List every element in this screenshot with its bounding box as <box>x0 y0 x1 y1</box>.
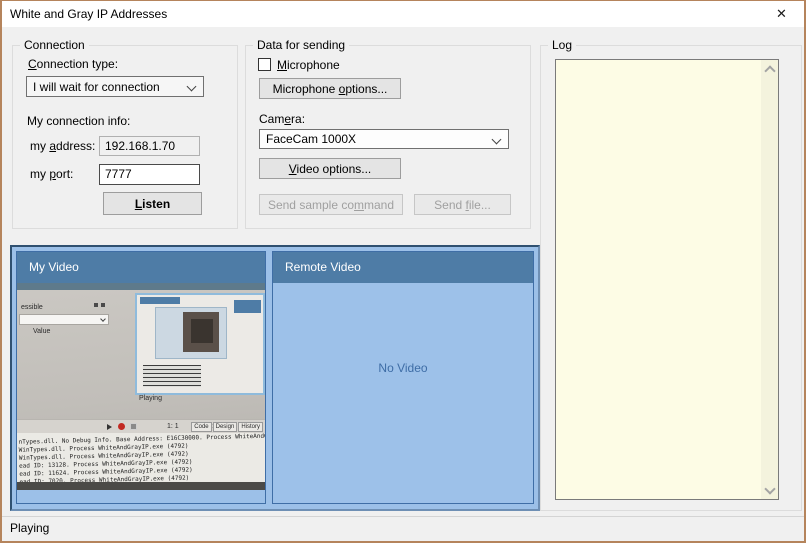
my-connection-info-label: My connection info: <box>27 114 130 128</box>
chevron-down-icon <box>187 82 197 92</box>
send-file-button: Send file... <box>414 194 511 215</box>
my-video-panel: My Video essible Value Playing <box>16 251 266 504</box>
inner-remote-panel <box>234 300 261 313</box>
listen-button[interactable]: Listen <box>103 192 202 215</box>
camera-combobox[interactable]: FaceCam 1000X <box>259 129 509 149</box>
connection-type-label: Connection type: <box>28 57 118 71</box>
preview-tab-history: History <box>238 422 263 432</box>
play-icon <box>107 424 112 430</box>
record-icon <box>118 423 125 430</box>
connection-type-value: I will wait for connection <box>33 80 160 94</box>
video-area: My Video essible Value Playing <box>10 245 540 511</box>
my-video-header: My Video <box>17 252 265 283</box>
my-address-label: my address: <box>30 139 95 153</box>
log-group: Log <box>540 45 802 511</box>
camera-label: Camera: <box>259 112 305 126</box>
no-video-text: No Video <box>273 361 533 375</box>
log-textarea[interactable] <box>555 59 779 500</box>
photo-inner-status: Playing <box>139 395 162 403</box>
connection-group-label: Connection <box>20 38 89 52</box>
window-title: White and Gray IP Addresses <box>10 7 167 21</box>
photo-toolbar: 1: 1 Insert Code Design History <box>17 419 265 434</box>
microphone-options-button[interactable]: Microphone options... <box>259 78 401 99</box>
preview-tab-code: Code <box>191 422 211 432</box>
video-options-button[interactable]: Video options... <box>259 158 401 179</box>
photo-inner-window <box>135 293 265 395</box>
photo-dropdown <box>19 314 109 325</box>
inner-header-strip <box>140 297 180 304</box>
send-sample-command-button: Send sample command <box>259 194 403 215</box>
remote-video-body: No Video <box>273 283 533 503</box>
my-address-field[interactable]: 192.168.1.70 <box>99 136 200 156</box>
grid-icon <box>130 423 137 430</box>
photo-top-strip <box>17 283 265 290</box>
my-port-label: my port: <box>30 167 73 181</box>
microphone-label: Microphone <box>277 58 340 72</box>
status-text: Playing <box>10 521 49 535</box>
connection-type-combobox[interactable]: I will wait for connection <box>26 76 204 97</box>
data-for-sending-group-label: Data for sending <box>253 38 349 52</box>
log-scrollbar[interactable] <box>761 60 778 499</box>
app-window: White and Gray IP Addresses ✕ Connection… <box>0 0 806 543</box>
scroll-down-icon[interactable] <box>761 482 778 499</box>
close-icon: ✕ <box>776 6 787 21</box>
photo-output-area: nTypes.dll. No Debug Info. Base Address:… <box>17 433 265 482</box>
photo-value-text: Value <box>33 328 50 336</box>
remote-video-header: Remote Video <box>273 252 533 283</box>
my-video-preview: essible Value Playing 1: 1 <box>17 283 265 490</box>
log-group-label: Log <box>548 38 576 52</box>
chevron-down-icon <box>100 316 106 322</box>
my-port-field[interactable]: 7777 <box>99 164 200 185</box>
microphone-checkbox[interactable] <box>258 58 271 71</box>
photo-output-lines: nTypes.dll. No Debug Info. Base Address:… <box>18 433 265 482</box>
scroll-up-icon[interactable] <box>761 60 778 77</box>
close-button[interactable]: ✕ <box>759 1 804 27</box>
inner-dark-rect <box>183 312 219 352</box>
inner-output-block <box>143 365 201 387</box>
data-for-sending-group: Data for sending Microphone Microphone o… <box>245 45 531 229</box>
photo-close-icon <box>101 303 105 307</box>
photo-accessible-text: essible <box>21 304 43 312</box>
preview-tab-design: Design <box>213 422 238 432</box>
remote-video-panel: Remote Video No Video <box>272 251 534 504</box>
photo-pin-icon <box>94 303 98 307</box>
camera-value: FaceCam 1000X <box>266 132 356 146</box>
connection-group: Connection Connection type: I will wait … <box>12 45 238 229</box>
photo-bezel <box>17 482 265 490</box>
titlebar: White and Gray IP Addresses ✕ <box>2 1 804 27</box>
chevron-down-icon <box>492 135 502 145</box>
preview-tabs: Code Design History <box>191 422 263 432</box>
caret-position: 1: 1 <box>167 423 179 431</box>
status-bar: Playing <box>2 516 804 541</box>
